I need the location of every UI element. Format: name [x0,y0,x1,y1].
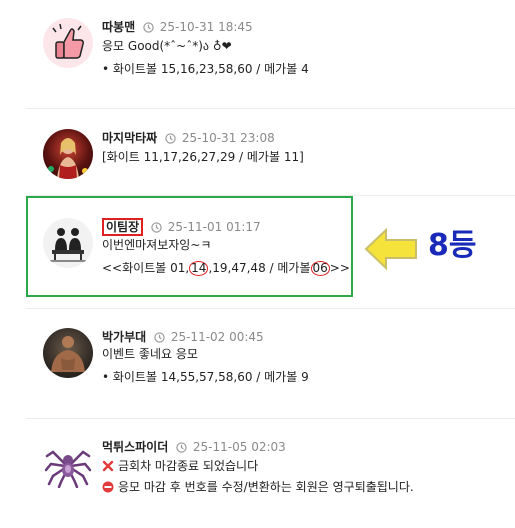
numbers-prefix: <<화이트볼 01, [102,261,190,275]
comment-text: 응모 Good(*ˆ~ˆ*)ა ♁❤ [102,39,232,53]
two-men-silhouette-icon [49,228,87,262]
author-highlight: 이팀장 [102,218,144,236]
avatar[interactable] [43,18,93,68]
lottery-numbers: <<화이트볼 01, 14,19,47,48 / 메가볼 06 >> [102,260,350,276]
comment-text: • 화이트볼 14,55,57,58,60 / 메가볼 9 [102,370,309,384]
thumbs-up-icon [52,23,84,59]
author-name[interactable]: 따봉맨 [102,20,135,34]
numbers-suffix: >> [329,261,350,275]
comment-text: 이벤트 좋네요 응모 [102,347,198,361]
timestamp: 25-10-31 23:08 [181,131,275,145]
author-name[interactable]: 이팀장 [106,220,139,234]
comment-text: 응모 마감 후 번호를 수정/변환하는 회원은 영구퇴출됩니다. [102,479,414,495]
comment-text: • 화이트볼 15,16,23,58,60 / 메가볼 4 [102,62,309,76]
divider [26,108,515,109]
clock-icon [143,22,154,33]
cross-mark-icon [102,460,114,472]
comment-meta: 이팀장 25-11-01 01:17 [102,218,261,236]
avatar[interactable] [43,218,93,268]
comment-meta: 따봉맨 25-10-31 18:45 [102,19,253,35]
timestamp: 25-11-05 02:03 [192,440,286,454]
comment-text: 이번엔마져보자잉~ㅋ [102,238,212,252]
dealer-portrait-icon [48,138,88,179]
clock-icon [154,332,165,343]
author-name[interactable]: 마지막타짜 [102,131,157,145]
divider [26,418,515,419]
comment-text: [화이트 11,17,26,27,29 / 메가볼 11] [102,150,304,164]
left-arrow-icon [364,227,417,271]
comment-meta: 마지막타짜 25-10-31 23:08 [102,130,275,146]
muscle-man-icon [51,336,85,372]
divider [26,308,515,309]
notice-text: 응모 마감 후 번호를 수정/변환하는 회원은 영구퇴출됩니다. [118,480,414,494]
author-name[interactable]: 먹튀스파이더 [102,440,168,454]
timestamp: 25-11-02 00:45 [170,330,264,344]
clock-icon [176,442,187,453]
notice-text: 금회차 마감종료 되었습니다 [118,459,259,473]
no-entry-icon [102,481,114,493]
rank-label: 8등 [428,228,477,263]
comment-text: 금회차 마감종료 되었습니다 [102,458,258,474]
matched-number-mark: 06 [310,261,330,276]
clock-icon [151,222,162,233]
avatar[interactable] [43,328,93,378]
matched-number-mark: 14 [189,261,209,276]
avatar[interactable] [43,438,93,488]
spider-icon [44,450,92,488]
numbers-mid: ,19,47,48 / 메가볼 [208,261,311,275]
author-name[interactable]: 박가부대 [102,330,146,344]
clock-icon [165,133,176,144]
timestamp: 25-11-01 01:17 [167,220,261,234]
timestamp: 25-10-31 18:45 [159,20,253,34]
comment-meta: 먹튀스파이더 25-11-05 02:03 [102,439,286,455]
comment-meta: 박가부대 25-11-02 00:45 [102,329,264,345]
avatar[interactable] [43,129,93,179]
